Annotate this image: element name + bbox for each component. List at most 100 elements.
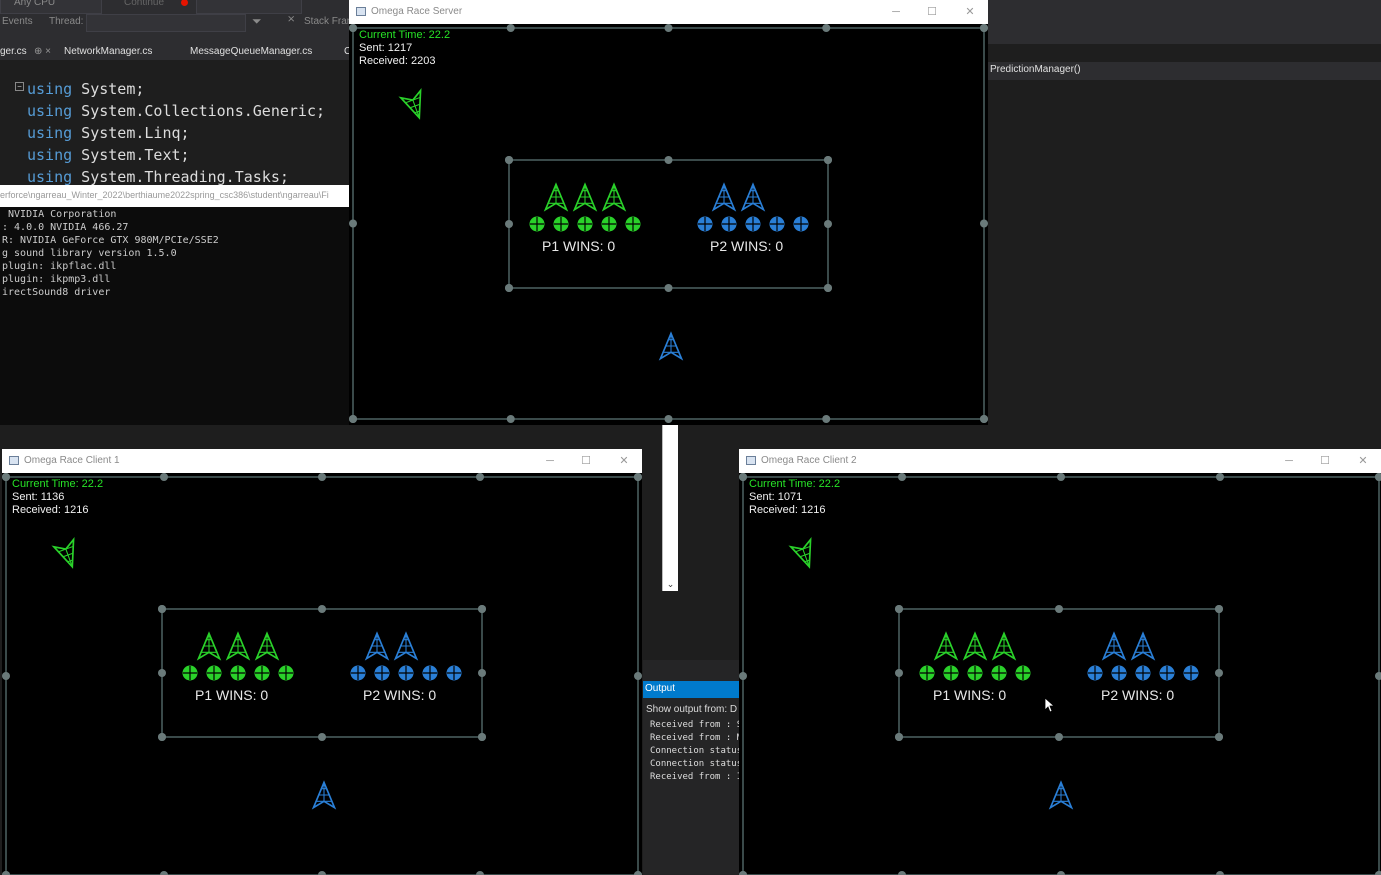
mine-icon: [625, 216, 641, 232]
wall-node: [1375, 871, 1381, 875]
minimize-icon[interactable]: ─: [542, 453, 558, 469]
ship-icon: [254, 631, 280, 661]
minimize-icon[interactable]: ─: [1281, 453, 1297, 469]
ship-icon: [1101, 631, 1127, 661]
breakpoint-icon[interactable]: [181, 0, 188, 6]
wall-node: [664, 284, 673, 292]
wall-node: [980, 415, 988, 423]
hud: Current Time: 22.2 Sent: 1071 Received: …: [749, 478, 840, 517]
tab-network-manager[interactable]: NetworkManager.cs: [64, 44, 152, 60]
wall-node: [505, 156, 513, 164]
console-line: plugin: ikpflac.dll: [2, 261, 117, 272]
app-icon: [356, 7, 366, 16]
chevron-down-icon[interactable]: ⌄: [663, 577, 678, 591]
ship-icon: [991, 631, 1017, 661]
console-line: : 4.0.0 NVIDIA 466.27: [2, 222, 129, 233]
mine-icon: [793, 216, 809, 232]
game-viewport[interactable]: Current Time: 22.2 Sent: 1136 Received: …: [2, 473, 642, 875]
ship-icon: [601, 182, 627, 212]
ship-icon: [933, 631, 959, 661]
ship-icon: [393, 631, 419, 661]
wall-node: [634, 473, 642, 481]
process-select[interactable]: [196, 0, 302, 14]
mine-icon: [1135, 665, 1151, 681]
current-time: Current Time: 22.2: [12, 478, 104, 490]
maximize-icon[interactable]: ☐: [1317, 453, 1333, 469]
wall-node: [478, 669, 486, 677]
output-source-select[interactable]: Show output from: D: [646, 704, 737, 715]
window-title: Omega Race Client 1: [24, 455, 120, 466]
p2-wins: P2 WINS: 0: [363, 687, 437, 703]
flag-icon[interactable]: ⨯: [287, 14, 295, 25]
wall-node: [1216, 871, 1224, 875]
collapse-icon[interactable]: −: [15, 82, 24, 91]
wall-node: [980, 24, 988, 32]
mine-icon: [278, 665, 294, 681]
ship-icon: [572, 182, 598, 212]
client1-titlebar[interactable]: Omega Race Client 1 ─ ☐ ✕: [2, 449, 642, 473]
mine-icon: [745, 216, 761, 232]
code-editor[interactable]: − using System; using System.Collections…: [0, 60, 350, 186]
game-viewport[interactable]: Current Time: 22.2 Sent: 1071 Received: …: [739, 473, 1381, 875]
wall-node: [506, 415, 515, 423]
received-count: Received: 2203: [359, 55, 436, 67]
output-line: Connection status: [650, 746, 743, 756]
method-nav-label[interactable]: PredictionManager(): [990, 64, 1081, 75]
wall-node: [478, 605, 486, 613]
scrollbar[interactable]: ⌄: [662, 424, 678, 591]
wall-node: [1215, 605, 1223, 613]
mouse-cursor-icon: [1044, 697, 1056, 713]
maximize-icon[interactable]: ☐: [578, 453, 594, 469]
p1-wins: P1 WINS: 0: [195, 687, 269, 703]
player2-ship-icon: [1048, 780, 1074, 810]
mine-icon: [601, 216, 617, 232]
server-titlebar[interactable]: Omega Race Server ─ ☐ ✕: [349, 0, 988, 24]
code-line: using System.Threading.Tasks;: [27, 168, 289, 186]
continue-button[interactable]: Continue: [124, 0, 164, 8]
thread-label: Thread:: [49, 16, 84, 27]
wall-node: [1215, 669, 1223, 677]
p1-wins: P1 WINS: 0: [933, 687, 1007, 703]
tab-message-queue-manager[interactable]: MessageQueueManager.cs: [190, 44, 312, 60]
wall-node: [634, 871, 642, 875]
window-title: Omega Race Server: [371, 6, 463, 17]
outer-wall: [742, 476, 1380, 875]
filter-icon[interactable]: ⏷: [252, 14, 262, 29]
mine-icon: [577, 216, 593, 232]
minimize-icon[interactable]: ─: [888, 4, 904, 20]
maximize-icon[interactable]: ☐: [924, 4, 940, 20]
thread-select[interactable]: [86, 14, 246, 32]
close-icon[interactable]: ✕: [962, 4, 978, 20]
mine-icon: [721, 216, 737, 232]
mine-icon: [943, 665, 959, 681]
wall-node: [1375, 473, 1381, 481]
close-icon[interactable]: ✕: [1355, 453, 1371, 469]
mine-icon: [254, 665, 270, 681]
output-header[interactable]: Output: [643, 681, 739, 698]
method-navigation-bar[interactable]: PredictionManager(): [988, 62, 1381, 80]
console-titlebar[interactable]: erforce\ngarreau_Winter_2022\berthiaume2…: [0, 185, 349, 207]
wall-node: [895, 605, 903, 613]
server-window: Omega Race Server ─ ☐ ✕ Current Time: 22…: [349, 0, 988, 425]
ship-icon: [740, 182, 766, 212]
wall-node: [898, 871, 906, 875]
console-line: plugin: ikpmp3.dll: [2, 274, 111, 285]
output-line: Received from : M: [650, 733, 743, 743]
code-line: using System.Linq;: [27, 124, 190, 142]
hud: Current Time: 22.2 Sent: 1136 Received: …: [12, 478, 103, 517]
wall-node: [318, 605, 326, 613]
mine-icon: [350, 665, 366, 681]
code-line: using System.Text;: [27, 146, 190, 164]
tab-manager[interactable]: ger.cs: [0, 44, 27, 60]
client2-window: Omega Race Client 2 ─ ☐ ✕ Current Time: …: [739, 449, 1381, 875]
mine-icon: [398, 665, 414, 681]
game-viewport[interactable]: Current Time: 22.2 Sent: 1217 Received: …: [349, 24, 988, 425]
wall-node: [895, 733, 903, 741]
current-time: Current Time: 22.2: [749, 478, 841, 490]
hud: Current Time: 22.2 Sent: 1217 Received: …: [359, 29, 450, 68]
client2-titlebar[interactable]: Omega Race Client 2 ─ ☐ ✕: [739, 449, 1381, 473]
pin-icon[interactable]: ⊕ ×: [34, 44, 51, 60]
window-title: Omega Race Client 2: [761, 455, 857, 466]
wall-node: [664, 415, 673, 423]
close-icon[interactable]: ✕: [616, 453, 632, 469]
